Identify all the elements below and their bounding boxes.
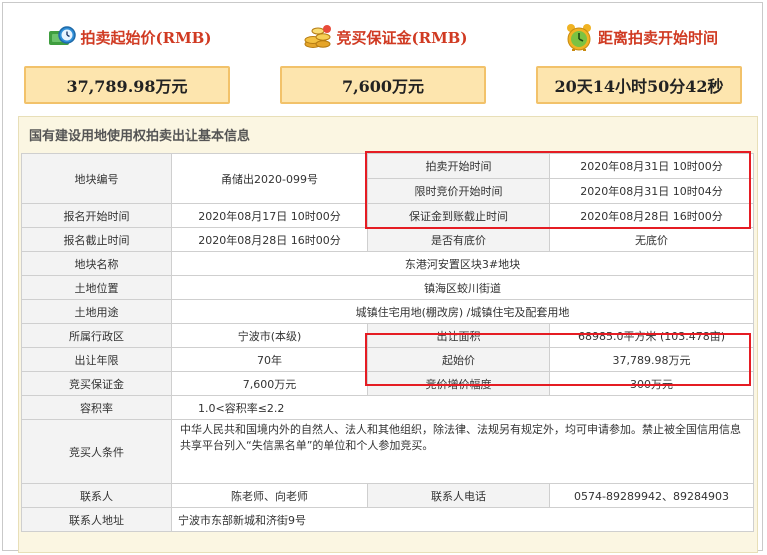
table-row: 出让年限 70年 起始价 37,789.98万元 [21,347,754,372]
countdown-label: 距离拍卖开始时间 [597,28,718,47]
start-price-card: 拍卖起始价(RMB) 37,789.98万元 [24,14,234,104]
table-row: 容积率 1.0<容积率≤2.2 [21,395,754,420]
reserve-label: 是否有底价 [367,227,550,252]
basic-info-section: 国有建设用地使用权拍卖出让基本信息 地块编号 甬储出2020-099号 拍卖开始… [18,116,758,553]
table-row: 竞买人条件 中华人民共和国境内外的自然人、法人和其他组织，除法律、法规另有规定外… [21,419,754,484]
far-value: 1.0<容积率≤2.2 [171,395,754,420]
address-value: 宁波市东部新城和济街9号 [171,507,754,532]
area-value: 68985.0平方米 (103.478亩) [549,323,754,348]
address-label: 联系人地址 [21,507,172,532]
start-price-row-value: 37,789.98万元 [549,347,754,372]
deposit-card: 竞买保证金(RMB) 7,600万元 [280,14,490,104]
auction-start-label: 拍卖开始时间 [367,153,550,179]
deposit-deadline-label: 保证金到账截止时间 [367,203,550,228]
deposit-label: 竞买保证金(RMB) [336,28,468,47]
timed-bid-start-value: 2020年08月31日 10时04分 [549,178,754,204]
increment-label: 竞价增价幅度 [367,371,550,396]
countdown-card: 距离拍卖开始时间 20天14小时50分42秒 [536,14,746,104]
bidder-condition-value: 中华人民共和国境内外的自然人、法人和其他组织，除法律、法规另有规定外，均可申请参… [171,419,754,484]
district-value: 宁波市(本级) [171,323,368,348]
parcel-no-label: 地块编号 [21,153,172,204]
land-use-value: 城镇住宅用地(棚改房) /城镇住宅及配套用地 [171,299,754,324]
money-clock-icon [48,26,76,45]
coins-icon [304,25,331,48]
reg-start-value: 2020年08月17日 10时00分 [171,203,368,228]
phone-label: 联系人电话 [367,483,550,508]
table-row: 报名开始时间 2020年08月17日 10时00分 保证金到账截止时间 2020… [21,203,754,228]
parcel-name-value: 东港河安置区块3#地块 [171,251,754,276]
deposit-header: 竞买保证金(RMB) [280,22,490,52]
reg-end-label: 报名截止时间 [21,227,172,252]
term-label: 出让年限 [21,347,172,372]
table-row: 竞买保证金 7,600万元 竞价增价幅度 300万元 [21,371,754,396]
timed-bid-start-label: 限时竞价开始时间 [367,178,550,204]
location-label: 土地位置 [21,275,172,300]
parcel-name-label: 地块名称 [21,251,172,276]
table-row: 地块编号 甬储出2020-099号 拍卖开始时间 2020年08月31日 10时… [21,153,754,204]
countdown-value: 20天14小时50分42秒 [536,66,742,104]
deposit-deadline-value: 2020年08月28日 16时00分 [549,203,754,228]
district-label: 所属行政区 [21,323,172,348]
location-value: 镇海区蛟川街道 [171,275,754,300]
parcel-no-value: 甬储出2020-099号 [171,153,368,204]
reg-start-label: 报名开始时间 [21,203,172,228]
area-label: 出让面积 [367,323,550,348]
table-row: 联系人 陈老师、向老师 联系人电话 0574-89289942、89284903 [21,483,754,508]
reserve-value: 无底价 [549,227,754,252]
auction-start-value: 2020年08月31日 10时00分 [549,153,754,179]
term-value: 70年 [171,347,368,372]
table-row: 地块名称 东港河安置区块3#地块 [21,251,754,276]
table-row: 土地位置 镇海区蛟川街道 [21,275,754,300]
table-row: 土地用途 城镇住宅用地(棚改房) /城镇住宅及配套用地 [21,299,754,324]
alarm-clock-icon [566,24,591,51]
bidder-condition-label: 竞买人条件 [21,419,172,484]
section-title: 国有建设用地使用权拍卖出让基本信息 [29,129,251,144]
land-use-label: 土地用途 [21,299,172,324]
table-row: 报名截止时间 2020年08月28日 16时00分 是否有底价 无底价 [21,227,754,252]
contact-value: 陈老师、向老师 [171,483,368,508]
deposit-row-label: 竞买保证金 [21,371,172,396]
far-label: 容积率 [21,395,172,420]
table-row: 联系人地址 宁波市东部新城和济街9号 [21,507,754,532]
increment-value: 300万元 [549,371,754,396]
basic-info-table: 地块编号 甬储出2020-099号 拍卖开始时间 2020年08月31日 10时… [21,153,754,532]
start-price-value: 37,789.98万元 [24,66,230,104]
start-price-header: 拍卖起始价(RMB) [24,22,234,52]
start-price-label: 拍卖起始价(RMB) [80,28,212,47]
deposit-value: 7,600万元 [280,66,486,104]
table-row: 所属行政区 宁波市(本级) 出让面积 68985.0平方米 (103.478亩) [21,323,754,348]
reg-end-value: 2020年08月28日 16时00分 [171,227,368,252]
contact-label: 联系人 [21,483,172,508]
start-price-row-label: 起始价 [367,347,550,372]
deposit-row-value: 7,600万元 [171,371,368,396]
countdown-header: 距离拍卖开始时间 [536,22,746,52]
phone-value: 0574-89289942、89284903 [549,483,754,508]
